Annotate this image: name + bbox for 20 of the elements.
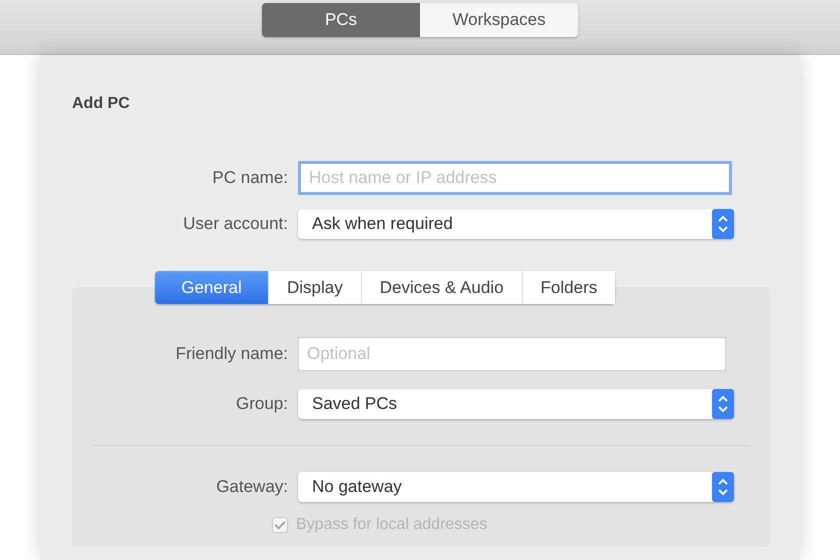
field-label: Friendly name: xyxy=(174,344,288,364)
text-field[interactable]: Optional xyxy=(298,337,726,371)
tab[interactable]: Devices & Audio xyxy=(362,271,523,304)
text-field[interactable]: Host name or IP address xyxy=(298,161,732,195)
popup-button[interactable]: Saved PCs xyxy=(298,389,734,419)
field-label: User account: xyxy=(182,214,288,234)
field-label: Gateway: xyxy=(215,477,288,497)
segment-tab[interactable]: Workspaces xyxy=(420,3,578,37)
tab[interactable]: Folders xyxy=(522,271,616,304)
stepper-icon xyxy=(712,389,734,419)
popup-button[interactable]: No gateway xyxy=(298,472,734,502)
sheet-title: Add PC xyxy=(72,95,131,113)
stepper-icon xyxy=(712,209,734,239)
segment-tab[interactable]: PCs xyxy=(262,3,420,37)
field-label: Group: xyxy=(235,394,288,414)
popup-button[interactable]: Ask when required xyxy=(298,209,734,239)
tab[interactable]: Display xyxy=(269,271,362,304)
stepper-icon xyxy=(712,472,734,502)
tab[interactable]: General xyxy=(155,271,269,304)
field-label: PC name: xyxy=(211,168,288,188)
